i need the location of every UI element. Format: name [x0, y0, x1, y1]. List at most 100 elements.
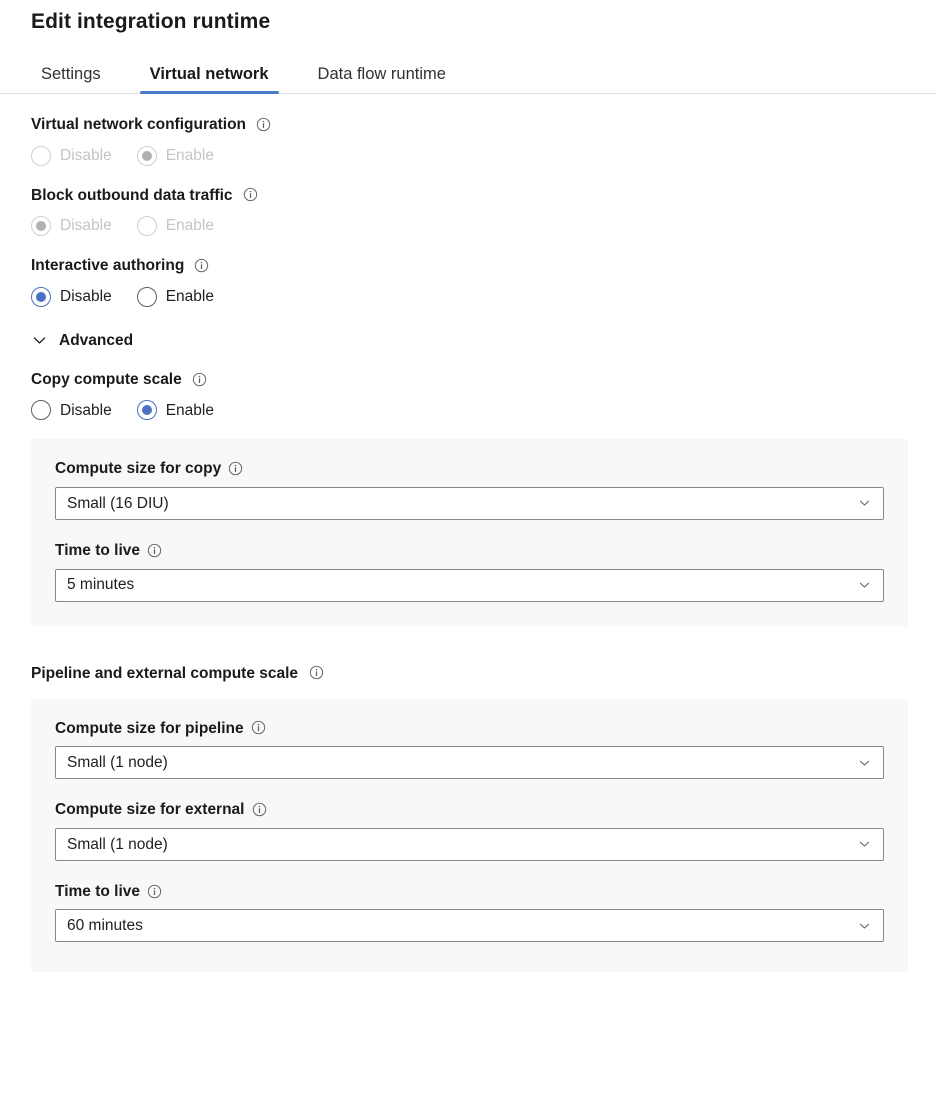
chevron-down-icon — [858, 579, 871, 592]
time-to-live-external-value: 60 minutes — [67, 918, 143, 934]
pipeline-external-compute-scale-label-text: Pipeline and external compute scale — [31, 665, 298, 683]
time-to-live-copy-label-text: Time to live — [55, 542, 140, 561]
radio-option-interactive-authoring-disable[interactable]: Disable — [31, 287, 112, 307]
interactive-authoring-label-text: Interactive authoring — [31, 257, 184, 276]
chevron-down-icon — [858, 838, 871, 851]
block-outbound-data-traffic-label-text: Block outbound data traffic — [31, 187, 233, 206]
copy-compute-scale-panel-wrap: Compute size for copy Small (16 DIU) — [0, 439, 936, 625]
virtual-network-configuration-label-text: Virtual network configuration — [31, 116, 246, 135]
edit-integration-runtime-panel: Edit integration runtime Settings Virtua… — [0, 0, 936, 972]
chevron-down-icon — [858, 919, 871, 932]
radio-button-interactive-authoring-disable[interactable] — [31, 287, 51, 307]
chevron-down-icon — [31, 332, 48, 349]
interactive-authoring-radio-row: Disable Enable — [31, 287, 936, 307]
copy-compute-scale-label-text: Copy compute scale — [31, 371, 182, 390]
radio-label-interactive-authoring-disable: Disable — [60, 289, 112, 305]
info-icon[interactable] — [147, 543, 162, 558]
radio-option-copy-compute-scale-enable[interactable]: Enable — [137, 400, 214, 420]
compute-size-for-pipeline-label-text: Compute size for pipeline — [55, 720, 244, 739]
compute-size-for-pipeline-label: Compute size for pipeline — [55, 720, 883, 739]
field-time-to-live-copy: Time to live 5 minutes — [55, 542, 883, 602]
field-group-block-outbound-data-traffic: Block outbound data traffic Disable En — [31, 187, 936, 237]
info-icon[interactable] — [251, 720, 266, 735]
radio-option-copy-compute-scale-disable[interactable]: Disable — [31, 400, 112, 420]
block-outbound-data-traffic-radio-row: Disable Enable — [31, 216, 936, 236]
chevron-down-icon — [858, 756, 871, 769]
virtual-network-configuration-label: Virtual network configuration — [31, 116, 936, 135]
tab-virtual-network[interactable]: Virtual network — [140, 66, 279, 94]
virtual-network-tab-content: Virtual network configuration Disable — [0, 116, 936, 420]
compute-size-for-copy-value: Small (16 DIU) — [67, 496, 169, 512]
virtual-network-configuration-radio-row: Disable Enable — [31, 146, 936, 166]
compute-size-for-copy-dropdown[interactable]: Small (16 DIU) — [55, 487, 884, 520]
tab-virtual-network-label: Virtual network — [150, 65, 269, 83]
field-group-copy-compute-scale: Copy compute scale Disable Enable — [31, 371, 936, 421]
radio-label-vnet-enable: Enable — [166, 148, 214, 164]
radio-button-vnet-enable — [137, 146, 157, 166]
compute-size-for-external-label: Compute size for external — [55, 801, 883, 820]
info-icon[interactable] — [228, 461, 243, 476]
pipeline-external-compute-scale-section: Pipeline and external compute scale — [0, 665, 936, 683]
field-time-to-live-external: Time to live 60 minutes — [55, 883, 883, 943]
info-icon[interactable] — [243, 187, 258, 202]
radio-button-vnet-disable — [31, 146, 51, 166]
compute-size-for-external-label-text: Compute size for external — [55, 801, 245, 820]
copy-compute-scale-panel: Compute size for copy Small (16 DIU) — [31, 439, 908, 625]
tab-data-flow-runtime-label: Data flow runtime — [318, 65, 446, 83]
radio-button-copy-compute-scale-disable[interactable] — [31, 400, 51, 420]
advanced-label: Advanced — [59, 332, 133, 350]
field-compute-size-for-external: Compute size for external Small (1 node) — [55, 801, 883, 861]
time-to-live-external-label-text: Time to live — [55, 883, 140, 902]
time-to-live-copy-value: 5 minutes — [67, 577, 134, 593]
info-icon[interactable] — [309, 665, 324, 680]
time-to-live-copy-dropdown[interactable]: 5 minutes — [55, 569, 884, 602]
compute-size-for-external-value: Small (1 node) — [67, 837, 168, 853]
info-icon[interactable] — [147, 884, 162, 899]
pipeline-external-compute-scale-panel: Compute size for pipeline Small (1 node) — [31, 699, 908, 973]
compute-size-for-copy-label: Compute size for copy — [55, 460, 883, 479]
radio-option-vnet-enable: Enable — [137, 146, 214, 166]
radio-option-interactive-authoring-enable[interactable]: Enable — [137, 287, 214, 307]
chevron-down-icon — [858, 497, 871, 510]
advanced-section-toggle[interactable]: Advanced — [31, 332, 133, 350]
field-group-interactive-authoring: Interactive authoring Disable Enable — [31, 257, 936, 307]
radio-label-block-outbound-enable: Enable — [166, 218, 214, 234]
info-icon[interactable] — [252, 802, 267, 817]
info-icon[interactable] — [192, 372, 207, 387]
field-group-virtual-network-configuration: Virtual network configuration Disable — [31, 116, 936, 166]
block-outbound-data-traffic-label: Block outbound data traffic — [31, 187, 936, 206]
radio-button-block-outbound-enable — [137, 216, 157, 236]
copy-compute-scale-label: Copy compute scale — [31, 371, 936, 390]
radio-option-vnet-disable: Disable — [31, 146, 112, 166]
tab-data-flow-runtime[interactable]: Data flow runtime — [308, 66, 456, 94]
radio-label-copy-compute-scale-enable: Enable — [166, 403, 214, 419]
radio-button-copy-compute-scale-enable[interactable] — [137, 400, 157, 420]
compute-size-for-external-dropdown[interactable]: Small (1 node) — [55, 828, 884, 861]
radio-button-interactive-authoring-enable[interactable] — [137, 287, 157, 307]
radio-option-block-outbound-enable: Enable — [137, 216, 214, 236]
radio-label-interactive-authoring-enable: Enable — [166, 289, 214, 305]
compute-size-for-pipeline-dropdown[interactable]: Small (1 node) — [55, 746, 884, 779]
pipeline-external-panel-wrap: Compute size for pipeline Small (1 node) — [0, 699, 936, 973]
pipeline-external-compute-scale-label: Pipeline and external compute scale — [31, 665, 936, 683]
radio-label-copy-compute-scale-disable: Disable — [60, 403, 112, 419]
info-icon[interactable] — [194, 258, 209, 273]
page-title: Edit integration runtime — [0, 0, 936, 34]
tab-bar: Settings Virtual network Data flow runti… — [0, 54, 936, 94]
interactive-authoring-label: Interactive authoring — [31, 257, 936, 276]
tab-settings-label: Settings — [41, 65, 101, 83]
compute-size-for-copy-label-text: Compute size for copy — [55, 460, 221, 479]
radio-option-block-outbound-disable: Disable — [31, 216, 112, 236]
field-compute-size-for-pipeline: Compute size for pipeline Small (1 node) — [55, 720, 883, 780]
info-icon[interactable] — [256, 117, 271, 132]
radio-label-block-outbound-disable: Disable — [60, 218, 112, 234]
tab-settings[interactable]: Settings — [31, 66, 111, 94]
radio-label-vnet-disable: Disable — [60, 148, 112, 164]
field-compute-size-for-copy: Compute size for copy Small (16 DIU) — [55, 460, 883, 520]
radio-button-block-outbound-disable — [31, 216, 51, 236]
compute-size-for-pipeline-value: Small (1 node) — [67, 755, 168, 771]
time-to-live-external-dropdown[interactable]: 60 minutes — [55, 909, 884, 942]
time-to-live-copy-label: Time to live — [55, 542, 883, 561]
copy-compute-scale-radio-row: Disable Enable — [31, 400, 936, 420]
time-to-live-external-label: Time to live — [55, 883, 883, 902]
